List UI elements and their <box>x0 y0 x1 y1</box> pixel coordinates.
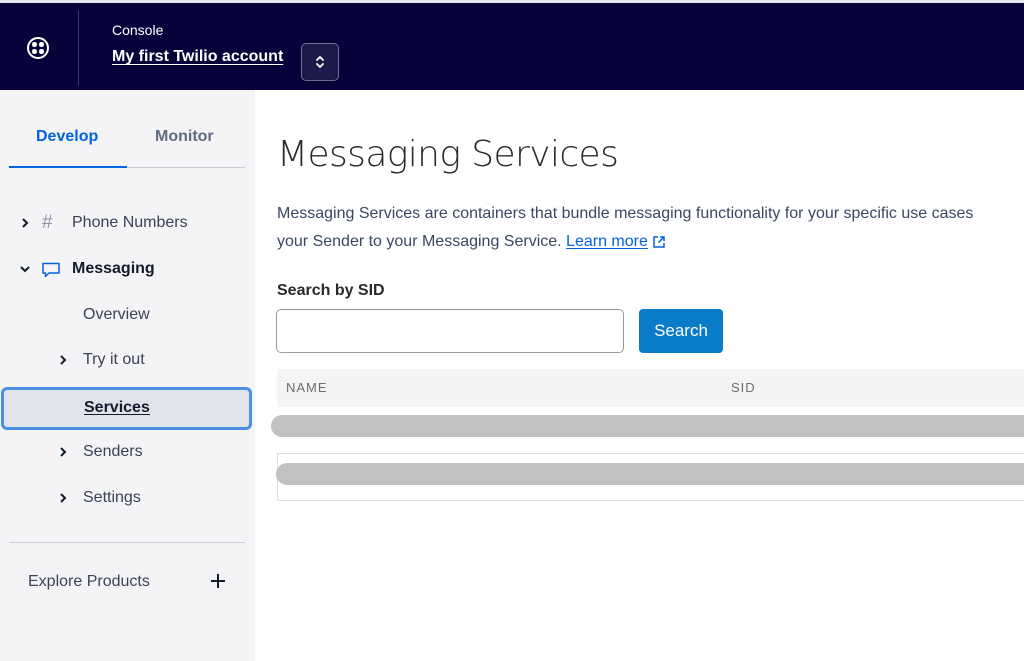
sidebar: Develop Monitor # Phone Numbers Messagin… <box>0 90 255 661</box>
plus-icon[interactable] <box>210 573 226 589</box>
sidebar-item-label: Phone Numbers <box>72 214 188 231</box>
page-title: Messaging Services <box>277 134 619 175</box>
tab-develop[interactable]: Develop <box>36 128 98 146</box>
chevron-right-icon <box>58 447 68 457</box>
twilio-logo-icon[interactable] <box>27 37 49 59</box>
header-divider <box>78 10 79 86</box>
top-navbar: Console My first Twilio account <box>0 3 1024 90</box>
chevron-down-icon <box>20 264 30 274</box>
sidebar-item-label: Senders <box>83 443 143 460</box>
sid-search-input[interactable] <box>276 309 624 353</box>
sidebar-item-services[interactable]: Services <box>1 387 252 430</box>
column-header-sid: SID <box>731 380 756 395</box>
page-description: Messaging Services are containers that b… <box>277 200 973 256</box>
chevron-right-icon <box>58 493 68 503</box>
sidebar-item-messaging[interactable]: Messaging <box>0 254 255 284</box>
table-header: NAME SID <box>277 369 1024 407</box>
sidebar-item-settings[interactable]: Settings <box>0 483 255 513</box>
console-label: Console <box>112 22 164 38</box>
chevron-right-icon <box>58 355 68 365</box>
external-link-icon[interactable] <box>652 235 666 249</box>
description-line-2-text: your Sender to your Messaging Service. <box>277 233 562 250</box>
sidebar-item-label: Messaging <box>72 260 155 277</box>
chat-bubble-icon <box>42 262 60 278</box>
column-header-name: NAME <box>286 380 328 395</box>
chevron-right-icon <box>20 218 30 228</box>
chevron-up-down-icon <box>316 56 324 68</box>
sidebar-item-label: Settings <box>83 489 141 506</box>
active-tab-indicator <box>9 166 127 168</box>
account-name-link[interactable]: My first Twilio account <box>112 48 283 66</box>
learn-more-link[interactable]: Learn more <box>566 233 648 250</box>
sidebar-item-label: Services <box>84 399 150 416</box>
description-line-1: Messaging Services are containers that b… <box>277 205 974 222</box>
explore-products-link[interactable]: Explore Products <box>28 573 150 591</box>
sidebar-item-label: Overview <box>83 306 150 323</box>
sidebar-divider <box>9 542 245 543</box>
hash-icon: # <box>42 212 53 233</box>
sidebar-tabs: Develop Monitor <box>9 90 245 168</box>
loading-skeleton-row <box>271 415 1024 437</box>
main-content: Messaging Services Messaging Services ar… <box>255 90 1024 661</box>
search-button[interactable]: Search <box>639 309 723 353</box>
tab-monitor[interactable]: Monitor <box>155 128 214 146</box>
sidebar-item-label: Try it out <box>83 351 145 368</box>
search-label: Search by SID <box>277 282 385 299</box>
sidebar-item-senders[interactable]: Senders <box>0 437 255 467</box>
description-line-2: your Sender to your Messaging Service. L… <box>277 228 973 256</box>
account-switcher-button[interactable] <box>301 43 339 81</box>
sidebar-item-phone-numbers[interactable]: # Phone Numbers <box>0 208 255 238</box>
sidebar-item-overview[interactable]: Overview <box>0 300 255 330</box>
sidebar-item-try-it-out[interactable]: Try it out <box>0 345 255 375</box>
loading-skeleton-row <box>276 463 1024 485</box>
